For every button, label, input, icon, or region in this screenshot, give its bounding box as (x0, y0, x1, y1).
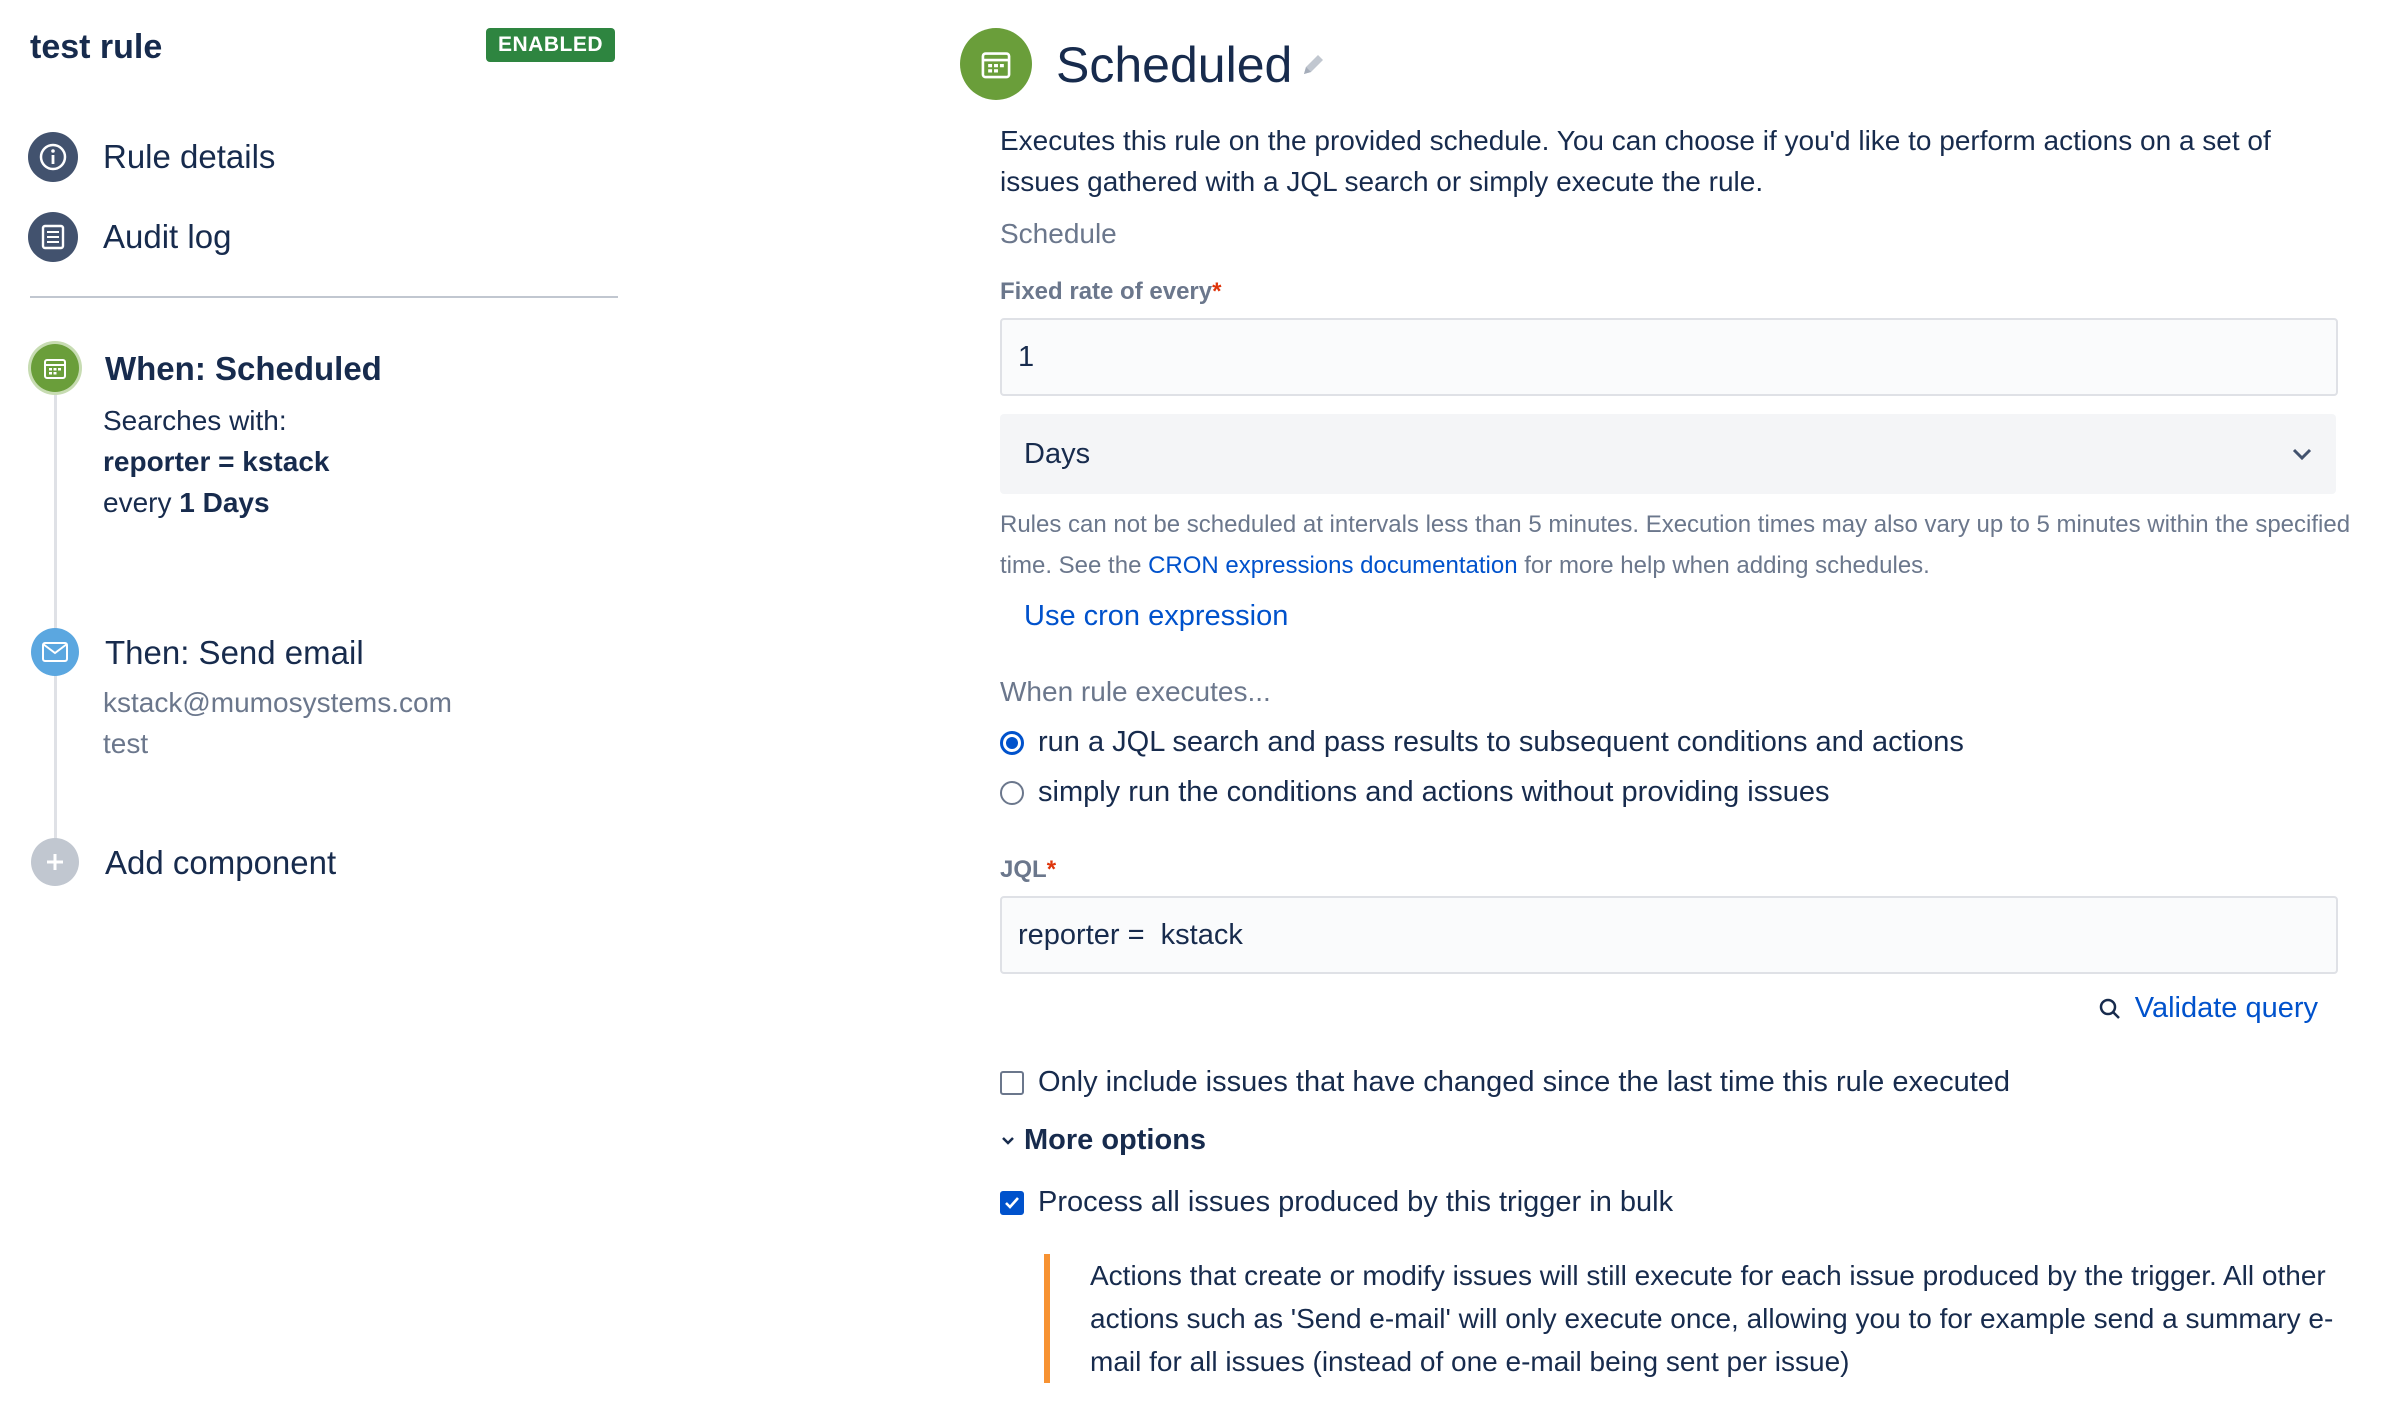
radio-label: simply run the conditions and actions wi… (1038, 776, 1830, 808)
fixed-rate-value: 1 (1018, 340, 1035, 373)
radio-selected[interactable] (1000, 730, 1024, 755)
radio-run-without-issues[interactable]: simply run the conditions and actions wi… (1000, 776, 1829, 809)
schedule-label: Schedule (1000, 218, 1117, 249)
action-to: kstack@mumosystems.com (103, 687, 452, 718)
trigger-config-panel: Scheduled Executes this rule on the prov… (960, 0, 2360, 1404)
fixed-rate-label-text: Fixed rate of every (1000, 278, 1213, 305)
more-options-toggle[interactable]: More options (1000, 1124, 1206, 1157)
action-summary: kstack@mumosystems.com test (103, 682, 452, 764)
component-connector-line (54, 370, 57, 860)
nav-label: Rule details (103, 138, 276, 175)
plus-icon[interactable] (31, 838, 79, 886)
schedule-help-text: Rules can not be scheduled at intervals … (1000, 504, 2360, 586)
nav-label: Audit log (103, 218, 232, 255)
rule-sidebar: test rule ENABLED Rule details Audit log… (0, 0, 640, 1404)
every-prefix: every (103, 487, 172, 518)
calendar-icon (960, 28, 1032, 100)
rate-unit-select[interactable]: Days (1000, 414, 2336, 494)
chevron-down-icon (2288, 440, 2316, 476)
validate-query-button[interactable]: Validate query (2097, 992, 2318, 1025)
required-mark: * (1046, 856, 1057, 883)
more-options-label: More options (1024, 1124, 1207, 1156)
jql-input[interactable]: reporter = kstack (1000, 896, 2338, 974)
radio-unselected[interactable] (1000, 780, 1024, 805)
checkbox-label: Only include issues that have changed si… (1038, 1066, 2011, 1098)
trigger-component-title[interactable]: When: Scheduled (105, 350, 382, 388)
when-rule-executes-label: When rule executes... (1000, 676, 1271, 707)
search-icon (2097, 996, 2123, 1022)
chevron-down-icon (1000, 1133, 1016, 1149)
bulk-info-note: Actions that create or modify issues wil… (1044, 1254, 2360, 1383)
list-icon (28, 212, 78, 262)
action-component-title[interactable]: Then: Send email (105, 634, 364, 672)
radio-label: run a JQL search and pass results to sub… (1038, 726, 1964, 758)
every-value: 1 Days (179, 487, 270, 518)
status-badge: ENABLED (486, 28, 616, 62)
trigger-jql: reporter = kstack (103, 446, 330, 477)
sidebar-divider (30, 296, 618, 298)
nav-rule-details[interactable]: Rule details (28, 132, 275, 182)
edit-pencil-icon[interactable] (1298, 50, 1328, 85)
rule-title: test rule (30, 28, 163, 66)
jql-label: JQL* (1000, 856, 1056, 884)
checkbox-unchecked[interactable] (1000, 1070, 1024, 1095)
jql-label-text: JQL (1000, 856, 1047, 883)
fixed-rate-label: Fixed rate of every* (1000, 278, 1221, 306)
trigger-summary: Searches with: reporter = kstack every 1… (103, 400, 329, 523)
cron-docs-link[interactable]: CRON expressions documentation (1148, 552, 1518, 579)
add-component-button[interactable]: Add component (105, 844, 336, 882)
trigger-description: Executes this rule on the provided sched… (1000, 125, 2271, 197)
radio-run-jql[interactable]: run a JQL search and pass results to sub… (1000, 726, 1964, 759)
mail-icon[interactable] (31, 628, 79, 676)
radio-dot (1006, 736, 1018, 749)
calendar-icon[interactable] (31, 344, 79, 392)
bulk-process-checkbox[interactable]: Process all issues produced by this trig… (1000, 1186, 1673, 1219)
nav-audit-log[interactable]: Audit log (28, 212, 231, 262)
info-icon (28, 132, 78, 182)
required-mark: * (1212, 278, 1222, 305)
use-cron-expression-link[interactable]: Use cron expression (1024, 600, 1288, 633)
action-subject: test (103, 728, 149, 759)
trigger-searches-line: Searches with: (103, 405, 287, 436)
fixed-rate-input[interactable]: 1 (1000, 318, 2338, 396)
help-text-after: for more help when adding schedules. (1517, 552, 1930, 579)
jql-value: reporter = kstack (1018, 918, 1243, 951)
checkbox-label: Process all issues produced by this trig… (1038, 1186, 1674, 1218)
only-changed-checkbox[interactable]: Only include issues that have changed si… (1000, 1066, 2010, 1099)
rate-unit-value: Days (1024, 437, 1091, 470)
validate-query-label: Validate query (2134, 992, 2318, 1024)
page-title: Scheduled (1056, 37, 1293, 93)
trigger-every: every 1 Days (103, 482, 329, 523)
checkbox-checked[interactable] (1000, 1190, 1024, 1215)
